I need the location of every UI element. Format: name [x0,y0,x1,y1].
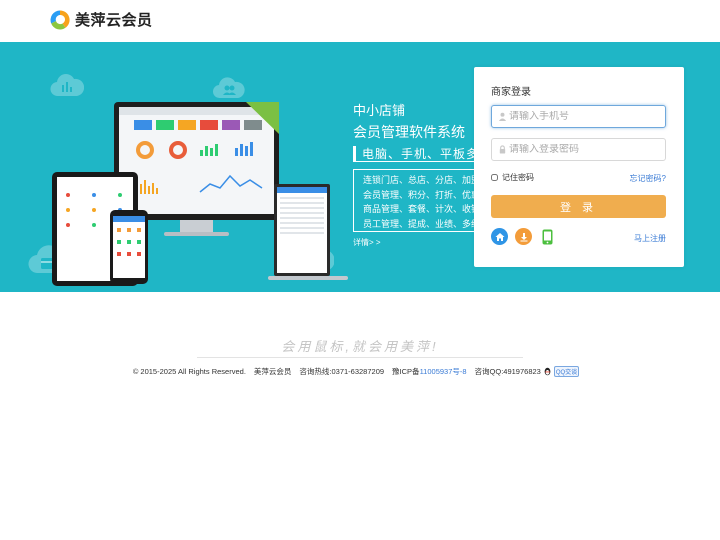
cloud-chart-icon [50,74,84,97]
site-footer: © 2015-2025 All Rights Reserved. 美萍云会员 咨… [0,366,720,377]
brand-logo[interactable]: 美萍云会员 [50,9,153,30]
download-icon[interactable] [515,228,532,245]
footer-slogan: 会用鼠标,就会用美萍! [281,339,439,354]
password-input[interactable] [509,144,659,155]
qq-chat-button[interactable]: QQ交谈 [553,366,580,377]
quick-icons [491,228,563,245]
user-icon [498,112,507,121]
password-field[interactable] [491,138,666,161]
copyright-text: © 2015-2025 All Rights Reserved. [132,367,246,376]
forgot-password-link[interactable]: 忘记密码? [630,173,666,184]
remember-password[interactable]: 记住密码 [491,172,534,183]
remember-label: 记住密码 [502,173,534,182]
logo-icon [50,9,70,30]
download-glyph [520,232,527,241]
icp-record: 豫ICP备11005937号-8 [392,366,467,377]
login-panel: 商家登录 记住密码 忘记密码? 登 录 马上注册 [474,67,684,267]
qq-text: 咨询QQ:491976823 [474,367,541,376]
promo-tagline: 电脑、手机、平板多终端 [353,146,478,162]
promo-more-link[interactable]: 详情> > [353,237,478,248]
promo-feature-list: 连锁门店、总店、分店、加盟店 会员管理、积分、打折、优惠 商品管理、套餐、计次、… [353,169,478,232]
home-glyph [495,232,504,241]
home-icon[interactable] [491,228,508,245]
promo-subtitle: 中小店铺 [353,103,406,118]
devices-illustration [52,102,348,286]
brand-name: 美萍云会员 [75,12,153,29]
footer-brand: 美萍云会员 [253,367,292,376]
promo-feature-item: 会员管理、积分、打折、优惠 [363,189,478,200]
promo-feature-item: 商品管理、套餐、计次、收银 [363,204,478,214]
promo-block: 中小店铺 会员管理软件系统 电脑、手机、平板多终端 连锁门店、总店、分店、加盟店… [353,102,478,248]
qq-penguin-icon [544,367,551,376]
top-header: 美萍云会员 [0,0,720,42]
promo-feature-item: 连锁门店、总店、分店、加盟店 [363,175,478,185]
cloud-users-icon [213,77,245,99]
icp-prefix: 豫ICP备 [392,367,420,376]
promo-title: 会员管理软件系统 [353,124,465,140]
hotline-text: 咨询热线:0371-63287209 [299,367,385,376]
remember-checkbox[interactable] [491,174,498,181]
phone-field[interactable] [491,105,666,128]
register-link[interactable]: 马上注册 [634,233,666,244]
icp-link[interactable]: 11005937号-8 [420,367,467,376]
footer-divider [197,357,523,358]
phone-input[interactable] [509,111,659,122]
login-title: 商家登录 [491,87,531,98]
mobile-icon[interactable] [539,228,556,245]
promo-feature-item: 员工管理、提成、业绩、多级 [363,218,478,229]
login-button[interactable]: 登 录 [491,195,666,218]
mobile-glyph [542,229,553,244]
lock-icon [499,145,506,154]
